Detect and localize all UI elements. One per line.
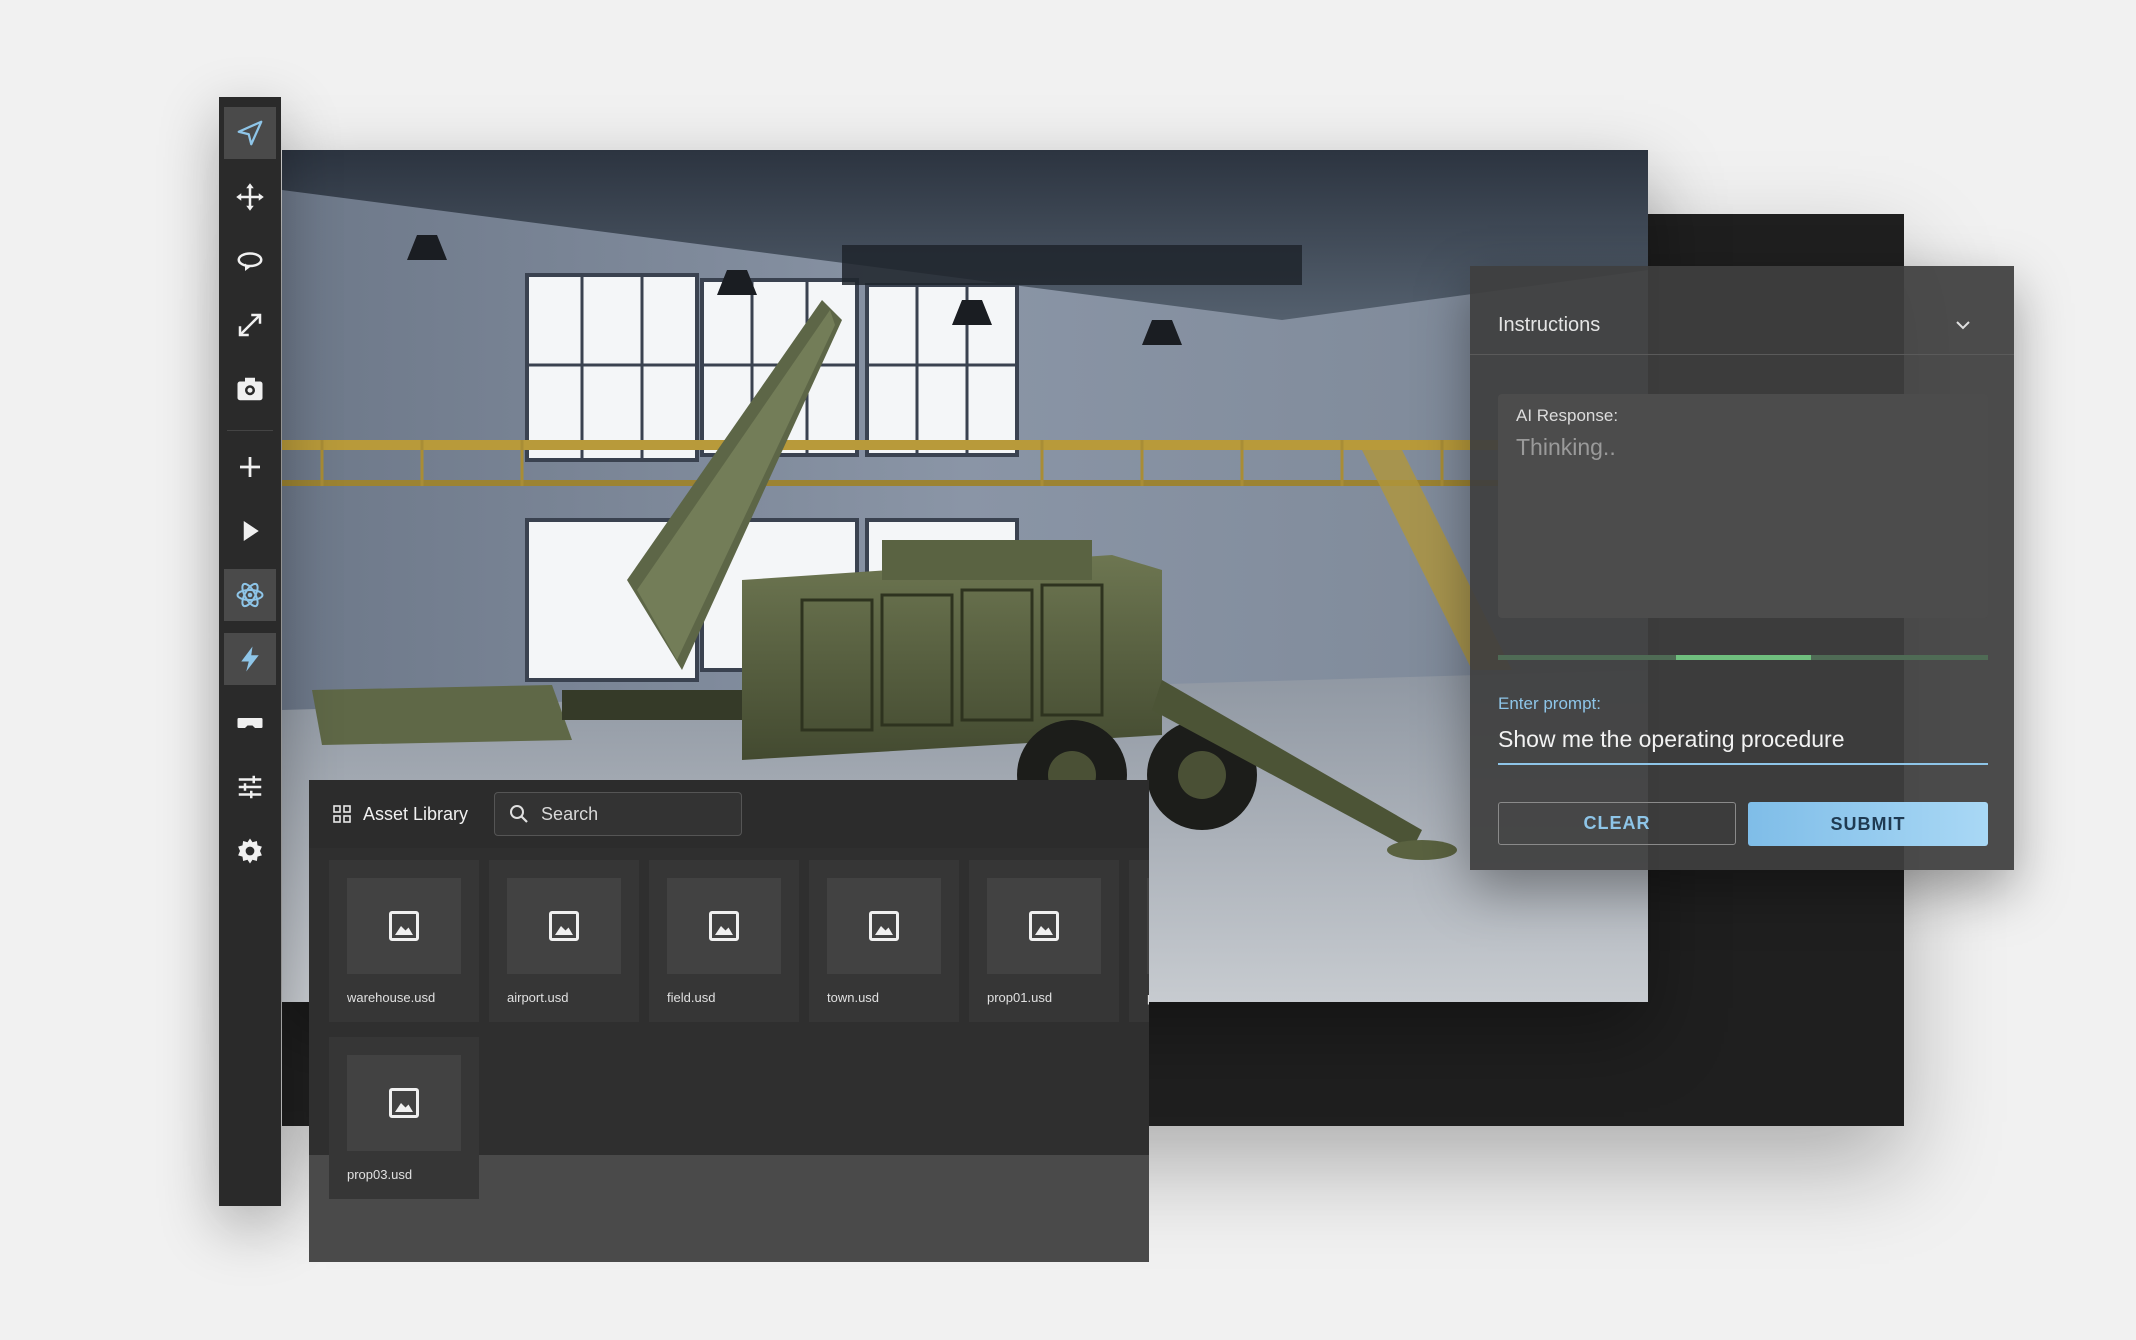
asset-card[interactable]: town.usd: [809, 860, 959, 1022]
play-icon: [243, 521, 259, 541]
asset-name: field.usd: [667, 990, 716, 1005]
asset-library-header: Asset Library Search: [309, 780, 1149, 848]
asset-thumbnail: [347, 878, 461, 974]
submit-button[interactable]: SUBMIT: [1748, 802, 1988, 846]
grid-icon: [333, 805, 351, 823]
asset-library-tab[interactable]: Asset Library: [333, 804, 468, 825]
vr-headset-icon: [237, 718, 263, 728]
asset-name: airport.usd: [507, 990, 569, 1005]
image-icon: [869, 911, 899, 941]
lightning-tool-button[interactable]: [224, 633, 276, 685]
asset-search-input[interactable]: Search: [494, 792, 743, 836]
asset-thumbnail: [987, 878, 1101, 974]
play-tool-button[interactable]: [224, 505, 276, 557]
asset-name: warehouse.usd: [347, 990, 436, 1005]
scale-icon: [238, 313, 262, 337]
gear-icon: [238, 838, 262, 864]
asset-card[interactable]: prop03.usd: [329, 1037, 479, 1199]
prompt-input[interactable]: Show me the operating procedure: [1498, 726, 1845, 753]
ai-response-box: AI Response: Thinking..: [1498, 394, 1988, 618]
asset-library-title: Asset Library: [363, 803, 469, 824]
add-icon: [240, 457, 260, 477]
asset-card[interactable]: airport.usd: [489, 860, 639, 1022]
image-icon: [1029, 911, 1059, 941]
sliders-icon: [238, 775, 262, 799]
toolbar-divider: [227, 430, 273, 431]
add-tool-button[interactable]: [224, 441, 276, 493]
asset-card[interactable]: pr: [1129, 860, 1149, 1022]
asset-card[interactable]: field.usd: [649, 860, 799, 1022]
move-tool-button[interactable]: [224, 171, 276, 223]
asset-card[interactable]: prop01.usd: [969, 860, 1119, 1022]
search-icon: [510, 805, 528, 823]
search-placeholder: Search: [541, 803, 599, 824]
atom-icon: [236, 582, 264, 608]
asset-name: pr: [1147, 990, 1149, 1005]
asset-thumbnail: [347, 1055, 461, 1151]
rotate-icon: [237, 252, 263, 271]
asset-thumbnail: [1147, 878, 1149, 974]
navigate-tool-button[interactable]: [224, 107, 276, 159]
image-icon: [549, 911, 579, 941]
asset-library-panel: Asset Library Search warehouse.usd airpo…: [309, 780, 1149, 1262]
image-icon: [389, 1088, 419, 1118]
clear-button[interactable]: CLEAR: [1498, 802, 1736, 845]
asset-name: prop03.usd: [347, 1167, 413, 1182]
asset-thumbnail: [827, 878, 941, 974]
ai-response-text: Thinking..: [1516, 434, 1616, 460]
prompt-input-underline: [1498, 763, 1988, 765]
instructions-title: Instructions: [1498, 314, 1601, 336]
asset-thumbnail: [507, 878, 621, 974]
asset-name: prop01.usd: [987, 990, 1053, 1005]
asset-card[interactable]: warehouse.usd: [329, 860, 479, 1022]
instructions-header[interactable]: Instructions: [1470, 266, 2014, 355]
settings-tool-button[interactable]: [224, 825, 276, 877]
instructions-panel: Instructions AI Response: Thinking.. Ent…: [1470, 266, 2014, 870]
tool-sidebar: [219, 97, 281, 1206]
vr-tool-button[interactable]: [224, 697, 276, 749]
lightning-icon: [241, 646, 259, 672]
chevron-down-icon[interactable]: [1954, 316, 1972, 334]
navigate-icon: [237, 120, 263, 146]
move-icon: [236, 183, 264, 211]
camera-icon: [237, 377, 263, 401]
sliders-tool-button[interactable]: [224, 761, 276, 813]
asset-thumbnail: [667, 878, 781, 974]
atom-tool-button[interactable]: [224, 569, 276, 621]
scale-tool-button[interactable]: [224, 299, 276, 351]
image-icon: [389, 911, 419, 941]
prompt-label: Enter prompt:: [1498, 694, 1601, 713]
asset-name: town.usd: [827, 990, 880, 1005]
ai-response-label: AI Response:: [1516, 406, 1619, 425]
camera-tool-button[interactable]: [224, 363, 276, 415]
image-icon: [709, 911, 739, 941]
progress-bar: [1498, 655, 1988, 660]
progress-bar-fill: [1676, 655, 1811, 660]
rotate-tool-button[interactable]: [224, 235, 276, 287]
